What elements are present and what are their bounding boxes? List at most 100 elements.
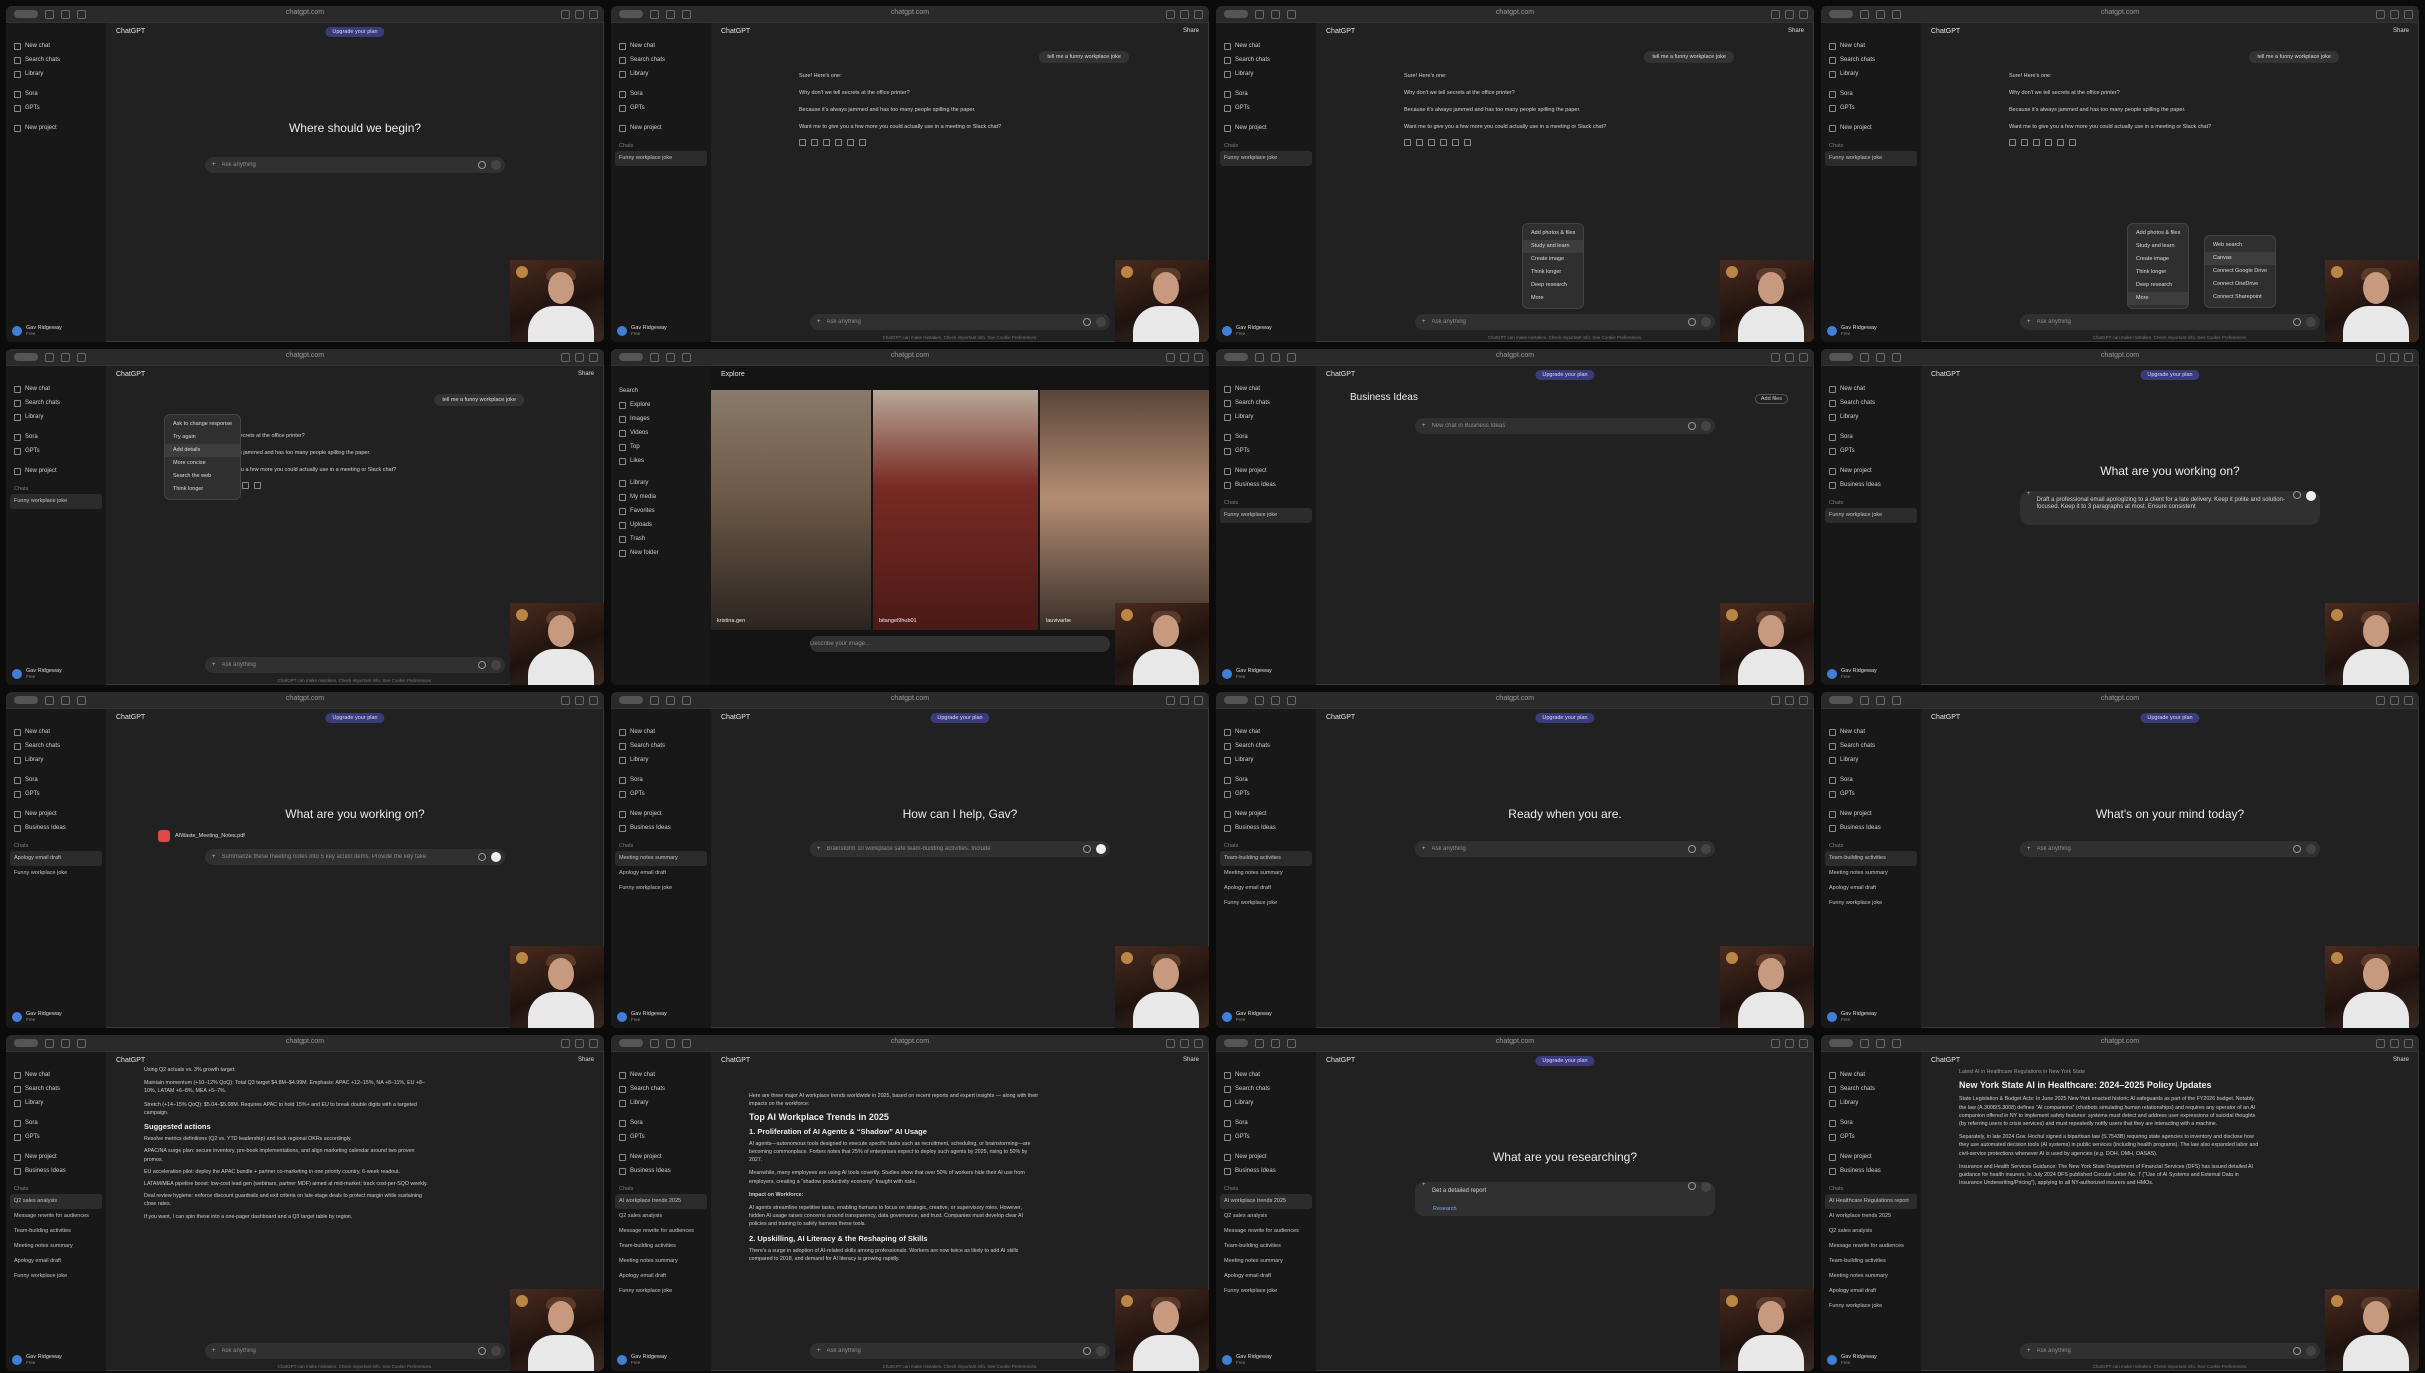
thumbs-down-icon[interactable] [2033, 139, 2040, 146]
plus-icon[interactable]: + [817, 319, 821, 325]
window-controls[interactable] [14, 696, 38, 704]
back-icon[interactable] [61, 9, 70, 19]
sora-nav-item[interactable]: Likes [611, 454, 711, 468]
sora-nav-item[interactable]: New folder [611, 546, 711, 560]
sidebar-item-new-project[interactable]: New project [611, 807, 711, 821]
tabs-overview-icon[interactable] [1799, 696, 1808, 705]
chat-history-item[interactable]: Team-building activities [611, 1239, 711, 1254]
chat-history-item[interactable]: Message rewrite for audiences [611, 1224, 711, 1239]
sidebar-item-new-project[interactable]: New project [1821, 1150, 1921, 1164]
voice-mode-button[interactable] [1096, 844, 1106, 854]
message-composer[interactable]: + Ask anything [1415, 314, 1715, 330]
sidebar-item-library[interactable]: Library [1216, 410, 1316, 424]
sidebar-item-new-project[interactable]: New project [1216, 807, 1316, 821]
share-page-icon[interactable] [1166, 696, 1175, 705]
message-composer[interactable]: + Ask anything [2020, 841, 2320, 857]
window-controls[interactable] [1829, 696, 1853, 704]
forward-icon[interactable] [1287, 9, 1296, 19]
plus-icon[interactable]: + [817, 1348, 821, 1354]
regenerate-icon[interactable] [847, 139, 854, 146]
sidebar-toggle-icon[interactable] [1860, 9, 1869, 19]
regenerate-icon[interactable] [1452, 139, 1459, 146]
sidebar-item-search-chats[interactable]: Search chats [1216, 1082, 1316, 1096]
new-tab-icon[interactable] [2390, 696, 2399, 705]
explore-image-card[interactable]: lauvivarbe [1040, 390, 1209, 630]
sora-nav-item[interactable]: My media [611, 490, 711, 504]
sidebar-item-library[interactable]: Library [1821, 410, 1921, 424]
plus-icon[interactable]: + [2027, 491, 2031, 497]
tabs-overview-icon[interactable] [1194, 1039, 1203, 1048]
sidebar-item-search-chats[interactable]: Search chats [1216, 53, 1316, 67]
sidebar-item-new-chat[interactable]: New chat [1821, 725, 1921, 739]
sidebar-item-search-chats[interactable]: Search chats [611, 53, 711, 67]
sidebar-toggle-icon[interactable] [650, 1038, 659, 1048]
chat-history-item[interactable]: Apology email draft [1216, 1269, 1316, 1284]
sidebar-toggle-icon[interactable] [45, 9, 54, 19]
user-account[interactable]: Gav Ridgeway Free [1827, 1011, 1877, 1022]
window-controls[interactable] [1224, 10, 1248, 18]
model-selector[interactable]: ChatGPT [1326, 1057, 1355, 1064]
tabs-overview-icon[interactable] [1194, 10, 1203, 19]
new-tab-icon[interactable] [1785, 10, 1794, 19]
sidebar-toggle-icon[interactable] [1860, 1038, 1869, 1048]
address-bar[interactable]: chatgpt.com [2101, 695, 2139, 702]
tabs-overview-icon[interactable] [1799, 1039, 1808, 1048]
sidebar-item-sora[interactable]: Sora [1216, 1116, 1316, 1130]
forward-icon[interactable] [1287, 352, 1296, 362]
back-icon[interactable] [1271, 1038, 1280, 1048]
menu-item[interactable]: Add details [165, 444, 241, 457]
chat-history-item[interactable]: Q2 sales analysis [611, 1209, 711, 1224]
forward-icon[interactable] [682, 9, 691, 19]
chat-history-item[interactable]: Q2 sales analysis [1821, 1224, 1921, 1239]
chat-history-item[interactable]: Funny workplace joke [1220, 508, 1312, 523]
share-icon[interactable] [2045, 139, 2052, 146]
message-composer[interactable]: + Ask anything [205, 657, 505, 673]
user-account[interactable]: Gav Ridgeway Free [12, 1354, 62, 1365]
explore-image-card[interactable]: bitangel9hub01 [873, 390, 1038, 630]
chat-history-item[interactable]: Funny workplace joke [6, 1269, 106, 1284]
menu-item[interactable]: Try again [165, 431, 240, 444]
sidebar-item-new-project[interactable]: New project [611, 121, 711, 135]
chat-history-item[interactable]: Message rewrite for audiences [1821, 1239, 1921, 1254]
regenerate-icon[interactable] [242, 482, 249, 489]
chat-history-item[interactable]: Apology email draft [611, 1269, 711, 1284]
sidebar-item-search-chats[interactable]: Search chats [6, 53, 106, 67]
sidebar-item-new-chat[interactable]: New chat [6, 725, 106, 739]
share-button[interactable]: Share [1183, 28, 1199, 34]
chat-history-item[interactable]: Funny workplace joke [6, 866, 106, 881]
sidebar-item-gpts[interactable]: GPTs [6, 787, 106, 801]
sidebar-item-new-project[interactable]: New project [6, 807, 106, 821]
forward-icon[interactable] [77, 695, 86, 705]
sidebar-toggle-icon[interactable] [1860, 695, 1869, 705]
menu-item[interactable]: Add photos & files [2128, 227, 2188, 240]
window-controls[interactable] [14, 1039, 38, 1047]
sidebar-item-new-chat[interactable]: New chat [1821, 39, 1921, 53]
forward-icon[interactable] [682, 1038, 691, 1048]
model-selector[interactable]: ChatGPT [116, 1057, 145, 1064]
window-controls[interactable] [1829, 10, 1853, 18]
thumbs-up-icon[interactable] [811, 139, 818, 146]
sora-nav-item[interactable]: Trash [611, 532, 711, 546]
new-tab-icon[interactable] [1180, 10, 1189, 19]
chat-history-item[interactable]: Apology email draft [1821, 881, 1921, 896]
message-composer[interactable]: + Ask anything [810, 1343, 1110, 1359]
sidebar-item-new-project[interactable]: New project [1821, 121, 1921, 135]
menu-item[interactable]: Search the web [165, 470, 240, 483]
sidebar-item-library[interactable]: Library [1216, 753, 1316, 767]
chat-history-item[interactable]: AI workplace trends 2025 [615, 1194, 707, 1209]
address-bar[interactable]: chatgpt.com [891, 9, 929, 16]
model-selector[interactable]: ChatGPT [1931, 714, 1960, 721]
tabs-overview-icon[interactable] [2404, 696, 2413, 705]
sidebar-item-sora[interactable]: Sora [1821, 430, 1921, 444]
chat-history-item[interactable]: Funny workplace joke [1825, 151, 1917, 166]
user-account[interactable]: Gav Ridgeway Free [1827, 325, 1877, 336]
composer-input[interactable]: Ask anything [2037, 846, 2293, 852]
microphone-icon[interactable] [2293, 1347, 2301, 1355]
tabs-overview-icon[interactable] [1194, 353, 1203, 362]
plus-icon[interactable]: + [1422, 1182, 1426, 1188]
user-account[interactable]: Gav Ridgeway Free [1827, 1354, 1877, 1365]
share-page-icon[interactable] [1771, 353, 1780, 362]
user-account[interactable]: Gav Ridgeway Free [617, 1354, 667, 1365]
menu-item[interactable]: Add photos & files [1523, 227, 1583, 240]
menu-item[interactable]: Study and learn [2128, 240, 2188, 253]
